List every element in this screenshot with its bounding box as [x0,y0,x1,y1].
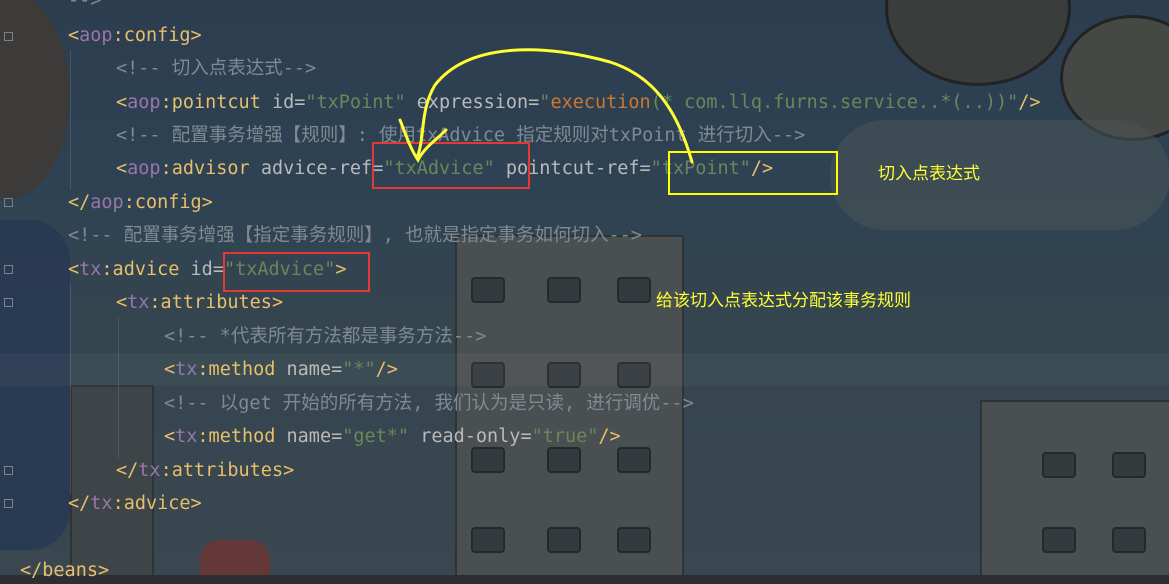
annotation-pointcut-label: 切入点表达式 [878,164,980,184]
annotation-arrow-icon [398,48,694,164]
annotation-assign-label: 给该切入点表达式分配该事务规则 [656,291,911,311]
